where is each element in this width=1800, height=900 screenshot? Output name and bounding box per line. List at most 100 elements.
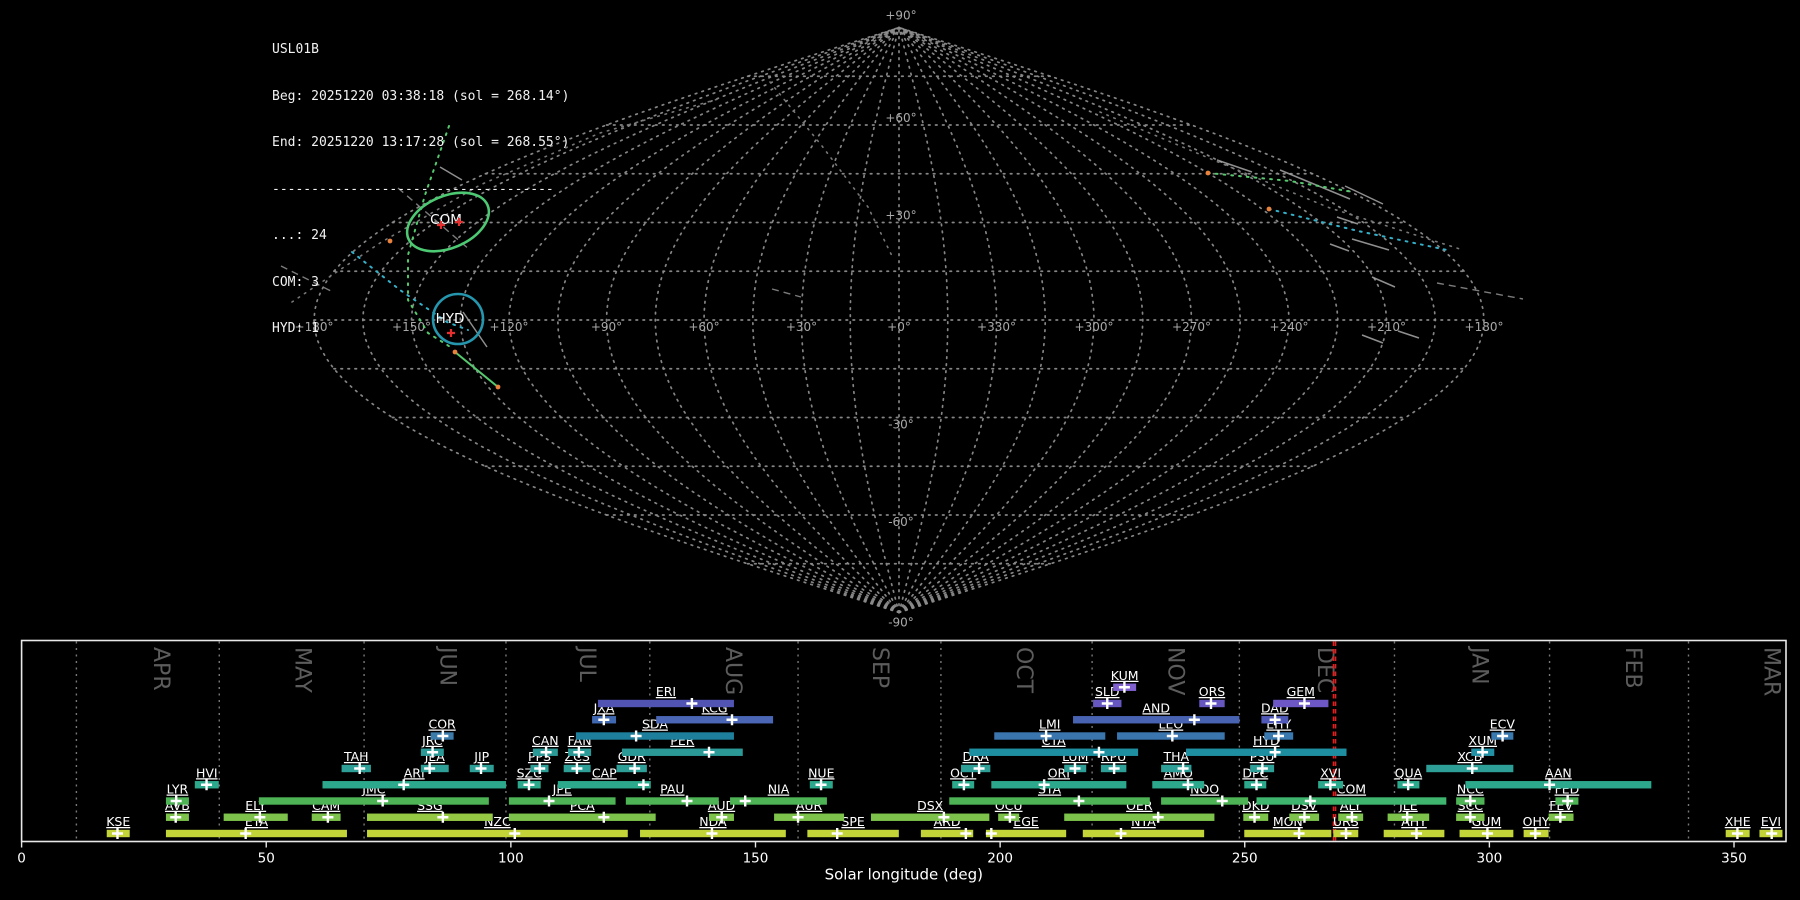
shower-bar-AAN — [1465, 781, 1652, 789]
shower-bar-CTA — [969, 748, 1139, 756]
observation-header: USL01B Beg: 20251220 03:38:18 (sol = 268… — [272, 11, 569, 352]
shower-bar-ORI — [991, 781, 1127, 789]
shower-label-DSX: DSX — [917, 798, 944, 813]
lon-label-4: +60° — [688, 320, 719, 334]
shower-label-TAH: TAH — [343, 749, 369, 764]
peak-marker-STA — [1073, 795, 1085, 807]
shower-label-GEM: GEM — [1287, 684, 1315, 699]
peak-marker-KUM — [1118, 681, 1130, 693]
meteor-trail-sporadic-3 — [1336, 216, 1359, 225]
shower-bar-JPE — [508, 797, 616, 805]
lon-label-3: +90° — [591, 320, 622, 334]
shower-label-CAN: CAN — [532, 733, 559, 748]
shower-bar-KCG — [656, 716, 774, 724]
peak-marker-NTA — [1115, 828, 1127, 839]
peak-marker-SLD — [1101, 698, 1113, 709]
shower-label-CAP: CAP — [592, 765, 617, 780]
shower-label-PAU: PAU — [660, 782, 684, 797]
header-separator: ------------------------------------ — [272, 181, 554, 197]
peak-marker-SPE — [831, 828, 843, 839]
lat-label--30: -30° — [888, 418, 914, 432]
peak-marker-PAU — [681, 795, 693, 807]
peak-marker-XHE — [1731, 828, 1743, 839]
begin-time: Beg: 20251220 03:38:18 (sol = 268.14°) — [272, 88, 570, 104]
count-com: COM: 3 — [272, 274, 319, 290]
shower-label-ORS: ORS — [1199, 684, 1226, 699]
pole-label-north: +90° — [885, 9, 916, 23]
shower-bar-AUR — [774, 813, 845, 821]
month-label-MAR: MAR — [1759, 647, 1784, 696]
shower-bar-NZC — [367, 829, 628, 838]
meteor-trail-sporadic-2 — [1344, 185, 1384, 205]
peak-marker-GEM — [1298, 698, 1310, 709]
dashed-track-3 — [771, 288, 802, 298]
x-tick-label-50: 50 — [258, 851, 275, 867]
x-tick-label-0: 0 — [17, 851, 26, 867]
peak-marker-NZC — [509, 828, 521, 839]
station-id: USL01B — [272, 42, 319, 57]
peak-marker-OCT — [958, 779, 970, 791]
shower-bar-SPE — [807, 829, 899, 838]
meteor-trail-sporadic-5 — [1329, 243, 1350, 252]
peak-marker-JPE — [543, 795, 555, 807]
peak-marker-PER — [703, 746, 715, 758]
month-label-APR: APR — [148, 647, 173, 691]
count-sporadic: ...: 24 — [272, 228, 327, 243]
end-time: End: 20251220 13:17:28 (sol = 268.55°) — [272, 135, 570, 150]
x-tick-label-200: 200 — [987, 851, 1013, 867]
meteor-trail-sporadic-1 — [1279, 169, 1351, 200]
peak-marker-JEA — [424, 763, 436, 774]
shower-label-KSE: KSE — [106, 814, 130, 829]
shower-bar-ARI — [322, 781, 506, 789]
fov-boundary-1 — [769, 81, 894, 259]
peak-marker-AND — [1188, 714, 1200, 726]
peak-marker-LEO — [1166, 730, 1178, 742]
shower-label-AAN: AAN — [1545, 765, 1572, 780]
peak-marker-HVI — [201, 779, 213, 791]
shower-bar-PAU — [625, 797, 719, 805]
lon-label-12: +180° — [1465, 320, 1504, 334]
peak-marker-ECV — [1497, 730, 1509, 742]
shower-label-XHE: XHE — [1725, 814, 1751, 829]
lon-label-9: +270° — [1172, 320, 1211, 334]
peak-marker-NIA — [739, 795, 751, 807]
peak-marker-JMC — [377, 795, 389, 807]
shower-bar-AMO — [1152, 781, 1205, 789]
shower-label-ECV: ECV — [1490, 717, 1516, 732]
shower-bar-JMC — [258, 797, 489, 805]
x-tick-label-150: 150 — [743, 851, 769, 867]
month-label-JUN: JUN — [435, 645, 460, 686]
meteor-trail-sporadic-7 — [1397, 330, 1420, 339]
peak-marker-XCB — [1466, 763, 1478, 774]
peak-marker-ZCS — [571, 763, 583, 774]
plot-border — [20, 639, 1787, 843]
peak-marker-ETA — [240, 828, 252, 839]
month-label-FEB: FEB — [1620, 647, 1645, 689]
peak-marker-NUE — [815, 779, 827, 791]
shower-label-ERI: ERI — [656, 684, 676, 699]
month-label-SEP: SEP — [867, 647, 892, 688]
shower-label-XVI: XVI — [1320, 765, 1341, 780]
peak-marker-CAP — [637, 779, 649, 791]
peak-marker-LUM — [1069, 763, 1081, 774]
peak-marker-ERI — [686, 698, 698, 709]
peak-marker-CAM — [322, 811, 334, 823]
meteor-trail-sporadic-0 — [1216, 159, 1253, 173]
month-label-MAY: MAY — [289, 647, 314, 693]
peak-marker-EVI — [1766, 828, 1778, 839]
peak-marker-KSE — [111, 828, 123, 839]
meteor-station-summary-screen: { "header": { "station": "USL01B", "beg"… — [0, 0, 1800, 900]
shower-label-JIP: JIP — [473, 749, 489, 764]
peak-marker-SZC — [523, 779, 535, 791]
lat-label-30: +30° — [885, 209, 916, 223]
peak-marker-PCA — [598, 811, 610, 823]
month-label-AUG: AUG — [720, 647, 745, 695]
shower-bar-SSG — [367, 813, 493, 821]
peak-marker-RPU — [1108, 763, 1120, 774]
meteor-trail-sporadic-4 — [1351, 238, 1390, 251]
lat-label--60: -60° — [888, 515, 914, 529]
shower-bar-NTA — [1082, 829, 1205, 838]
lon-label-7: +330° — [977, 320, 1016, 334]
peak-marker-NOO — [1216, 795, 1228, 807]
peak-marker-ORS — [1205, 698, 1217, 709]
